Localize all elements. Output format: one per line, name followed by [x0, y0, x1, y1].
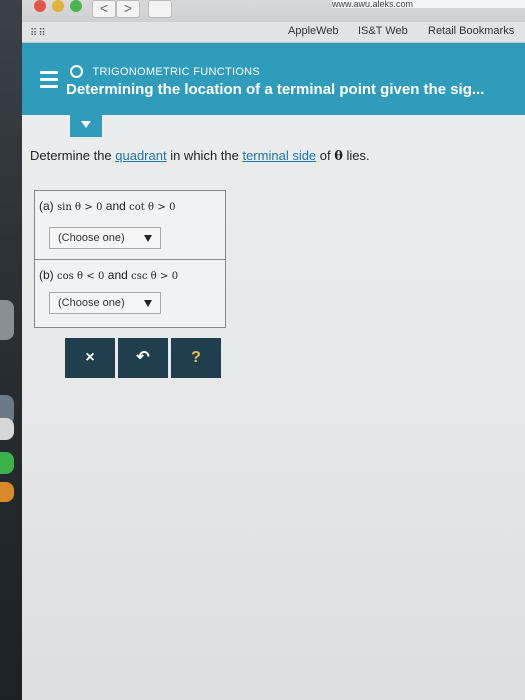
math-expression: cot θ: [129, 202, 155, 213]
math-value: 0: [96, 202, 103, 213]
address-bar[interactable]: www.awu.aleks.com: [332, 0, 525, 8]
math-operator: >: [84, 202, 93, 213]
conjunction: and: [107, 268, 128, 282]
question-box: (a) sin θ > 0 and cot θ > 0 (Choose one)…: [34, 190, 226, 328]
part-a-condition: (a) sin θ > 0 and cot θ > 0: [39, 199, 175, 213]
undo-icon: ↶: [136, 349, 150, 366]
math-operator: >: [157, 202, 166, 213]
select-value: (Choose one): [58, 232, 125, 244]
select-arrow-icon: [144, 300, 152, 307]
menu-icon[interactable]: [40, 71, 58, 92]
conjunction: and: [105, 199, 126, 213]
clear-icon: ×: [85, 349, 95, 366]
part-label: (a): [39, 199, 54, 213]
clear-button[interactable]: ×: [65, 338, 115, 378]
math-expression: sin θ: [57, 202, 81, 213]
terminal-side-link[interactable]: terminal side: [242, 148, 316, 163]
math-expression: csc θ: [131, 271, 157, 282]
module-header: TRIGONOMETRIC FUNCTIONS Determining the …: [22, 43, 525, 115]
math-value: 0: [169, 202, 176, 213]
bookmark-ist-web[interactable]: IS&T Web: [358, 25, 408, 37]
part-b-quadrant-select[interactable]: (Choose one): [49, 292, 161, 314]
sidebar-toggle-icon[interactable]: [148, 0, 172, 18]
zoom-window-icon[interactable]: [70, 0, 82, 12]
prompt-text: in which the: [166, 148, 243, 163]
prompt-text: lies.: [342, 148, 370, 163]
help-icon: ?: [191, 349, 201, 366]
theta-symbol: θ: [334, 149, 343, 164]
bookmarks-bar: ⠿⠿ AppleWeb IS&T Web Retail Bookmarks: [22, 22, 525, 43]
math-value: 0: [98, 271, 105, 282]
section-label: TRIGONOMETRIC FUNCTIONS: [92, 65, 261, 78]
bookmark-retail[interactable]: Retail Bookmarks: [428, 25, 514, 37]
dropdown-arrow-icon: [81, 121, 91, 128]
minimize-window-icon[interactable]: [52, 0, 64, 12]
help-button[interactable]: ?: [171, 338, 221, 378]
math-operator: >: [160, 271, 169, 282]
prompt-text: of: [316, 148, 335, 163]
select-value: (Choose one): [58, 297, 125, 309]
circle-icon: [70, 65, 83, 79]
math-operator: <: [86, 271, 95, 282]
browser-toolbar: < > www.awu.aleks.com: [22, 0, 525, 22]
bookmark-appleweb[interactable]: AppleWeb: [288, 25, 339, 37]
question-prompt: Determine the quadrant in which the term…: [30, 148, 370, 164]
quadrant-link[interactable]: quadrant: [115, 148, 166, 163]
close-window-icon[interactable]: [34, 0, 46, 12]
grid-icon[interactable]: ⠿⠿: [30, 29, 47, 39]
math-value: 0: [171, 271, 179, 282]
math-expression: cos θ: [57, 271, 83, 282]
forward-button[interactable]: >: [116, 0, 140, 18]
part-a-quadrant-select[interactable]: (Choose one): [49, 227, 161, 249]
topic-dropdown-tab[interactable]: [70, 115, 102, 137]
question-part-a: (a) sin θ > 0 and cot θ > 0 (Choose one): [35, 191, 225, 257]
undo-button[interactable]: ↶: [118, 338, 168, 378]
prompt-text: Determine the: [30, 148, 116, 163]
page-title: Determining the location of a terminal p…: [66, 81, 485, 98]
part-label: (b): [39, 268, 54, 282]
desktop-bezel: [0, 0, 22, 700]
browser-window: < > www.awu.aleks.com ⠿⠿ AppleWeb IS&T W…: [22, 0, 525, 700]
part-b-condition: (b) cos θ < 0 and csc θ > 0: [39, 268, 178, 282]
back-button[interactable]: <: [92, 0, 116, 18]
select-arrow-icon: [144, 235, 152, 242]
question-part-b: (b) cos θ < 0 and csc θ > 0 (Choose one): [35, 259, 225, 326]
section-heading: TRIGONOMETRIC FUNCTIONS: [70, 63, 260, 81]
